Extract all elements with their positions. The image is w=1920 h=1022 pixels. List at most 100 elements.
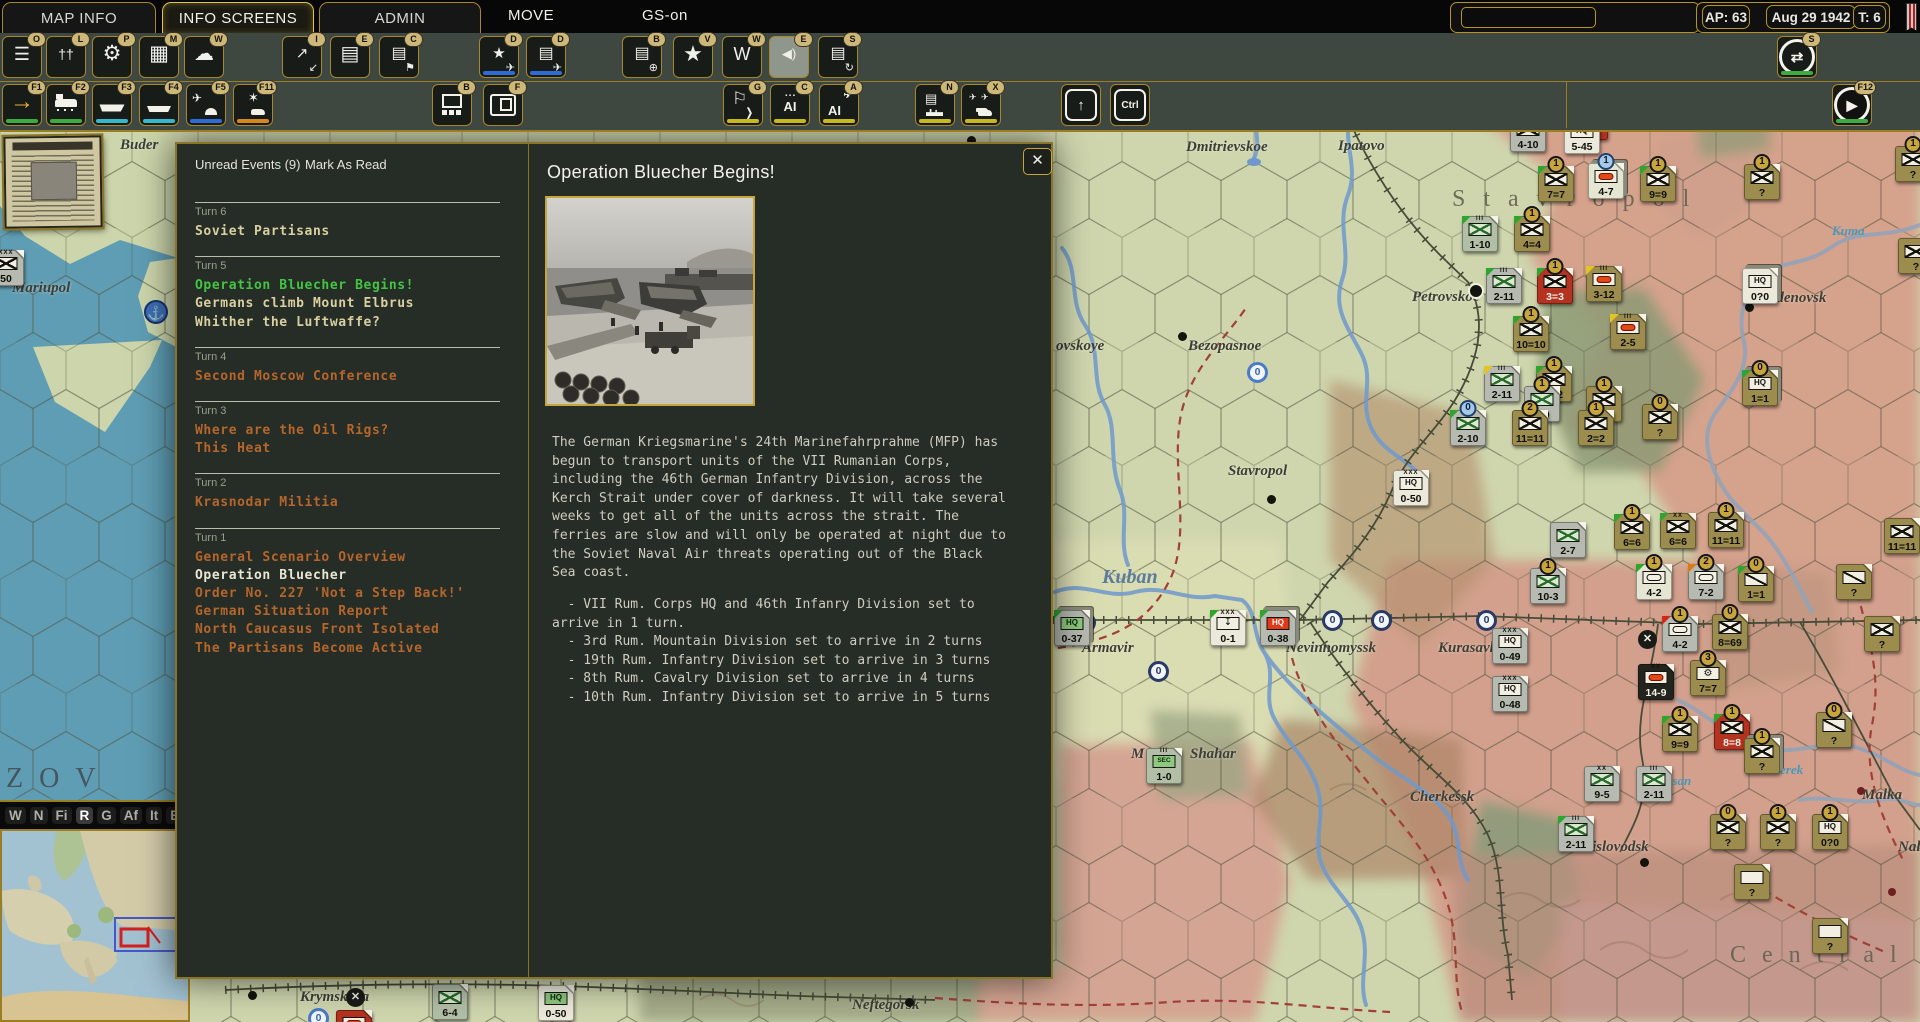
- event-list-item[interactable]: Operation Bluecher: [195, 567, 500, 585]
- air-directive-icon[interactable]: ★✈D: [479, 36, 519, 78]
- unit-counter[interactable]: XXX0-1: [1210, 610, 1246, 646]
- filter-letter-af[interactable]: Af: [120, 807, 142, 824]
- newspaper-image[interactable]: [3, 135, 102, 228]
- close-button[interactable]: ✕: [1023, 148, 1052, 175]
- unit-counter[interactable]: [336, 1010, 372, 1022]
- unit-counter[interactable]: 6=61: [1614, 514, 1650, 550]
- unit-counter[interactable]: XXX50: [0, 250, 24, 286]
- move-mode-icon[interactable]: →F1: [2, 84, 42, 126]
- unit-counter[interactable]: ?1: [1895, 146, 1920, 182]
- unit-counter[interactable]: 7=71: [1538, 166, 1574, 202]
- ctrl-key-icon[interactable]: Ctrl: [1110, 84, 1150, 126]
- filter-letter-r[interactable]: R: [76, 807, 94, 824]
- unit-counter[interactable]: ?0: [1816, 712, 1852, 748]
- unit-counter[interactable]: 11=111: [1708, 512, 1744, 548]
- message-box[interactable]: [1450, 2, 1700, 33]
- shift-key-icon[interactable]: ↑: [1061, 84, 1101, 126]
- unit-counter[interactable]: 1=10: [1738, 566, 1774, 602]
- unit-counter[interactable]: III2-5: [1610, 314, 1646, 350]
- unit-counter[interactable]: ?: [1734, 864, 1770, 900]
- unit-counter[interactable]: 2-7: [1550, 522, 1586, 558]
- unit-counter[interactable]: 0-50: [538, 985, 574, 1021]
- air-drop-icon[interactable]: F5: [186, 84, 226, 126]
- air-doctrine-icon[interactable]: ▤✈D: [526, 36, 566, 78]
- unit-counter[interactable]: XX14-9: [1638, 664, 1674, 700]
- event-list-item[interactable]: Order No. 227 'Not a Step Back!': [195, 585, 500, 603]
- losses-icon[interactable]: ††L: [46, 36, 86, 78]
- filter-letter-it[interactable]: It: [146, 807, 162, 824]
- end-phase-icon[interactable]: ▶F12: [1832, 84, 1872, 126]
- event-list-item[interactable]: General Scenario Overview: [195, 549, 500, 567]
- unit-counter[interactable]: 3=31: [1537, 268, 1573, 304]
- depot-marker[interactable]: 0: [1247, 362, 1268, 383]
- unit-counter[interactable]: XX4-21: [1662, 616, 1698, 652]
- unit-counter[interactable]: 7=73: [1690, 660, 1726, 696]
- unit-counter[interactable]: 2-100: [1450, 410, 1486, 446]
- event-list-item[interactable]: Second Moscow Conference: [195, 368, 500, 386]
- event-list-item[interactable]: This Heat: [195, 440, 500, 458]
- sea-move-icon[interactable]: F3: [92, 84, 132, 126]
- unit-counter[interactable]: ?1: [1744, 164, 1780, 200]
- unit-counter[interactable]: XXX0-48: [1492, 676, 1528, 712]
- minimap[interactable]: [0, 829, 190, 1022]
- scenario-save-icon[interactable]: ▤↻S: [818, 36, 858, 78]
- production-icon[interactable]: N: [915, 84, 955, 126]
- ferry-move-icon[interactable]: F4: [139, 84, 179, 126]
- unit-counter[interactable]: ?: [1898, 238, 1920, 274]
- unit-counter[interactable]: ?0: [1642, 404, 1678, 440]
- unit-counter[interactable]: XXX0-49: [1492, 628, 1528, 664]
- depot-marker[interactable]: 0: [308, 1008, 329, 1022]
- tab-map-info[interactable]: MAP INFO: [2, 2, 156, 34]
- unit-counter[interactable]: 0?01: [1812, 814, 1848, 850]
- switch-view-icon[interactable]: ⇄S: [1777, 36, 1817, 78]
- unit-counter[interactable]: III2-11: [1484, 366, 1520, 402]
- unit-counter[interactable]: 9=91: [1662, 716, 1698, 752]
- mark-as-read-button[interactable]: Mark As Read: [305, 157, 387, 172]
- event-list-item[interactable]: Operation Bluecher Begins!: [195, 277, 500, 295]
- war-summary-icon[interactable]: WW: [722, 36, 762, 78]
- event-list-item[interactable]: Soviet Partisans: [195, 223, 500, 241]
- event-list-item[interactable]: North Caucasus Front Isolated: [195, 621, 500, 639]
- unit-counter[interactable]: XX6=6: [1660, 513, 1696, 549]
- briefing-icon[interactable]: ▤⚑C: [379, 36, 419, 78]
- unit-counter[interactable]: XX7-22: [1688, 564, 1724, 600]
- unit-counter[interactable]: III2-11: [1486, 268, 1522, 304]
- depot-marker[interactable]: 0: [1371, 610, 1392, 631]
- event-list-item[interactable]: The Partisans Become Active: [195, 640, 500, 658]
- unload-icon[interactable]: B: [432, 84, 472, 126]
- filter-letter-n[interactable]: N: [30, 807, 48, 824]
- unit-counter[interactable]: 8=690: [1712, 614, 1748, 650]
- reports-icon[interactable]: ▤E: [330, 36, 370, 78]
- tab-info-screens[interactable]: INFO SCREENS: [162, 2, 314, 34]
- event-list-item[interactable]: German Situation Report: [195, 603, 500, 621]
- filter-letter-g[interactable]: G: [97, 807, 116, 824]
- filter-letter-fi[interactable]: Fi: [52, 807, 72, 824]
- unit-counter[interactable]: III3-12: [1586, 266, 1622, 302]
- orders-icon[interactable]: ☰O: [2, 36, 42, 78]
- unit-counter[interactable]: III4-71: [1588, 163, 1624, 199]
- unit-counter[interactable]: XX9-5: [1584, 766, 1620, 802]
- unit-counter[interactable]: 4=41: [1514, 216, 1550, 252]
- unit-counter[interactable]: ?: [1812, 918, 1848, 954]
- unit-counter[interactable]: 10=101: [1513, 316, 1549, 352]
- logistics-icon[interactable]: ▤⊕B: [622, 36, 662, 78]
- preferences-icon[interactable]: ⚙P: [92, 36, 132, 78]
- map-info-icon[interactable]: ▦M: [139, 36, 179, 78]
- victory-icon[interactable]: ★V: [673, 36, 713, 78]
- events-icon[interactable]: ◀)E: [769, 36, 809, 78]
- unit-counter[interactable]: 0-38: [1260, 610, 1296, 646]
- rail-move-icon[interactable]: F2: [46, 84, 86, 126]
- filter-letter-w[interactable]: W: [5, 807, 26, 824]
- unit-counter[interactable]: 9=91: [1640, 166, 1676, 202]
- formation-icon[interactable]: F: [483, 84, 523, 126]
- unit-counter[interactable]: III1-10: [1462, 216, 1498, 252]
- unit-counter[interactable]: III2-11: [1636, 766, 1672, 802]
- unit-counter[interactable]: XXX10-31: [1530, 568, 1566, 604]
- unit-counter[interactable]: 2=21: [1578, 410, 1614, 446]
- unit-counter[interactable]: 0-37: [1054, 610, 1090, 646]
- air-ground-attack-icon[interactable]: X: [961, 84, 1001, 126]
- unit-counter[interactable]: XXX0-50: [1393, 470, 1429, 506]
- unit-counter[interactable]: 11=112: [1512, 410, 1548, 446]
- unit-counter[interactable]: 0?0: [1742, 268, 1778, 304]
- tab-admin[interactable]: ADMIN: [319, 2, 481, 34]
